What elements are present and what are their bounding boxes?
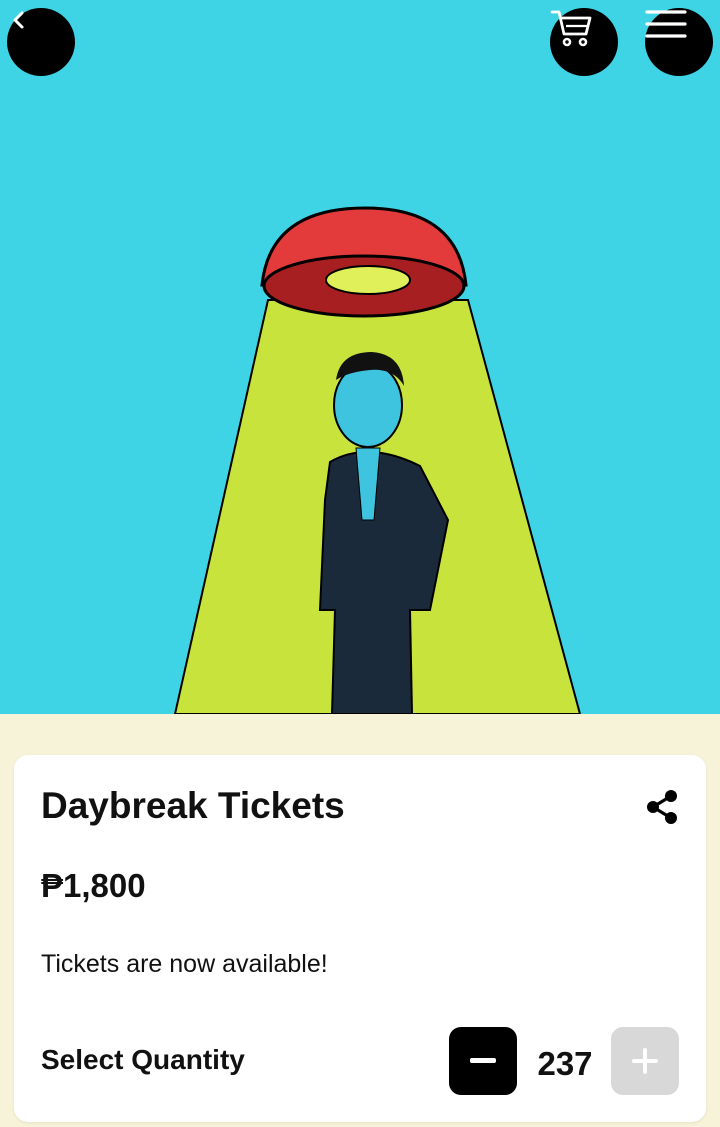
- increase-quantity-button[interactable]: [611, 1027, 679, 1095]
- lamp-bulb: [325, 265, 411, 295]
- cart-button[interactable]: [550, 8, 618, 76]
- hero-artwork: [0, 0, 720, 714]
- hamburger-menu-icon: [645, 10, 687, 38]
- share-icon: [647, 790, 677, 824]
- quantity-value: 237: [537, 1045, 593, 1082]
- quantity-label: Select Quantity: [41, 1044, 245, 1075]
- minus-icon: [470, 1058, 496, 1063]
- hero-illustration: [173, 206, 582, 714]
- product-description: Tickets are now available!: [41, 950, 328, 978]
- back-button[interactable]: [7, 8, 75, 76]
- product-card: Daybreak Tickets ₱1,800 Tickets are now …: [14, 755, 706, 1122]
- decrease-quantity-button[interactable]: [449, 1027, 517, 1095]
- product-title: Daybreak Tickets: [41, 785, 345, 826]
- cart-icon: [550, 10, 592, 47]
- menu-button[interactable]: [645, 8, 713, 76]
- chevron-left-icon: [13, 11, 24, 29]
- product-price: ₱1,800: [41, 867, 146, 904]
- share-button[interactable]: [644, 789, 680, 825]
- plus-icon: [632, 1048, 658, 1074]
